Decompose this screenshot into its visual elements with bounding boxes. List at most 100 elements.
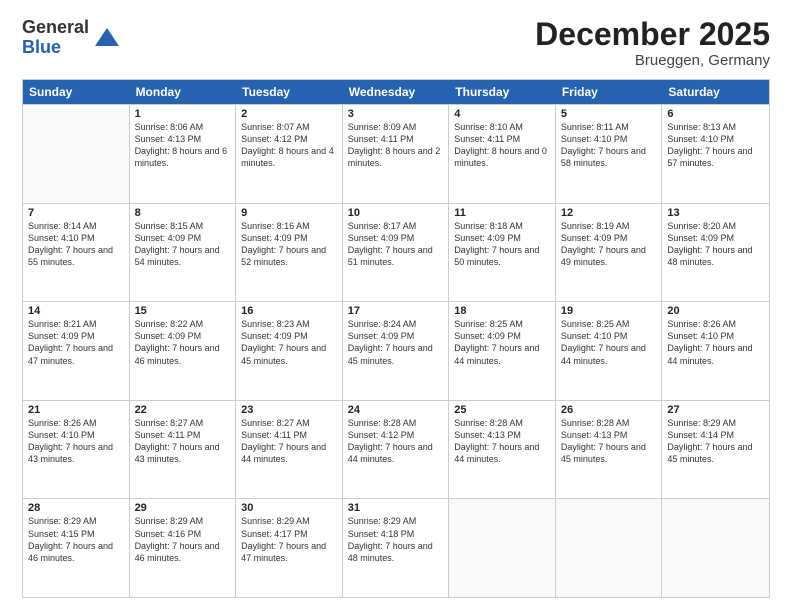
day-info: Sunrise: 8:18 AMSunset: 4:09 PMDaylight:…	[454, 220, 550, 269]
day-info: Sunrise: 8:22 AMSunset: 4:09 PMDaylight:…	[135, 318, 231, 367]
day-info: Sunrise: 8:29 AMSunset: 4:14 PMDaylight:…	[667, 417, 764, 466]
calendar-day-1: 1Sunrise: 8:06 AMSunset: 4:13 PMDaylight…	[130, 105, 237, 203]
day-info: Sunrise: 8:29 AMSunset: 4:16 PMDaylight:…	[135, 515, 231, 564]
day-number: 13	[667, 207, 764, 219]
calendar-day-empty	[23, 105, 130, 203]
day-number: 10	[348, 207, 444, 219]
calendar-day-8: 8Sunrise: 8:15 AMSunset: 4:09 PMDaylight…	[130, 204, 237, 302]
day-info: Sunrise: 8:29 AMSunset: 4:18 PMDaylight:…	[348, 515, 444, 564]
day-info: Sunrise: 8:25 AMSunset: 4:10 PMDaylight:…	[561, 318, 657, 367]
calendar-day-10: 10Sunrise: 8:17 AMSunset: 4:09 PMDayligh…	[343, 204, 450, 302]
calendar-day-25: 25Sunrise: 8:28 AMSunset: 4:13 PMDayligh…	[449, 401, 556, 499]
calendar-week-4: 21Sunrise: 8:26 AMSunset: 4:10 PMDayligh…	[23, 400, 769, 499]
calendar-day-5: 5Sunrise: 8:11 AMSunset: 4:10 PMDaylight…	[556, 105, 663, 203]
calendar-day-6: 6Sunrise: 8:13 AMSunset: 4:10 PMDaylight…	[662, 105, 769, 203]
calendar-day-3: 3Sunrise: 8:09 AMSunset: 4:11 PMDaylight…	[343, 105, 450, 203]
header-day-sunday: Sunday	[23, 80, 130, 104]
calendar-page: General Blue December 2025 Brueggen, Ger…	[0, 0, 792, 612]
title-block: December 2025 Brueggen, Germany	[535, 18, 770, 69]
header-day-friday: Friday	[556, 80, 663, 104]
calendar-day-23: 23Sunrise: 8:27 AMSunset: 4:11 PMDayligh…	[236, 401, 343, 499]
day-info: Sunrise: 8:25 AMSunset: 4:09 PMDaylight:…	[454, 318, 550, 367]
day-number: 28	[28, 502, 124, 514]
day-number: 2	[241, 108, 337, 120]
calendar-day-18: 18Sunrise: 8:25 AMSunset: 4:09 PMDayligh…	[449, 302, 556, 400]
calendar-week-3: 14Sunrise: 8:21 AMSunset: 4:09 PMDayligh…	[23, 301, 769, 400]
day-number: 25	[454, 404, 550, 416]
day-info: Sunrise: 8:13 AMSunset: 4:10 PMDaylight:…	[667, 121, 764, 170]
day-info: Sunrise: 8:29 AMSunset: 4:15 PMDaylight:…	[28, 515, 124, 564]
day-number: 8	[135, 207, 231, 219]
logo: General Blue	[22, 18, 121, 58]
day-number: 6	[667, 108, 764, 120]
calendar-week-2: 7Sunrise: 8:14 AMSunset: 4:10 PMDaylight…	[23, 203, 769, 302]
day-number: 21	[28, 404, 124, 416]
month-title: December 2025	[535, 18, 770, 50]
day-number: 1	[135, 108, 231, 120]
calendar-header: SundayMondayTuesdayWednesdayThursdayFrid…	[23, 80, 769, 104]
calendar-day-30: 30Sunrise: 8:29 AMSunset: 4:17 PMDayligh…	[236, 499, 343, 597]
header-day-thursday: Thursday	[449, 80, 556, 104]
day-info: Sunrise: 8:20 AMSunset: 4:09 PMDaylight:…	[667, 220, 764, 269]
calendar-day-4: 4Sunrise: 8:10 AMSunset: 4:11 PMDaylight…	[449, 105, 556, 203]
location: Brueggen, Germany	[535, 52, 770, 69]
day-info: Sunrise: 8:24 AMSunset: 4:09 PMDaylight:…	[348, 318, 444, 367]
calendar-day-28: 28Sunrise: 8:29 AMSunset: 4:15 PMDayligh…	[23, 499, 130, 597]
day-info: Sunrise: 8:11 AMSunset: 4:10 PMDaylight:…	[561, 121, 657, 170]
day-info: Sunrise: 8:27 AMSunset: 4:11 PMDaylight:…	[135, 417, 231, 466]
day-number: 20	[667, 305, 764, 317]
day-number: 14	[28, 305, 124, 317]
header-day-saturday: Saturday	[662, 80, 769, 104]
header-day-monday: Monday	[130, 80, 237, 104]
calendar-day-19: 19Sunrise: 8:25 AMSunset: 4:10 PMDayligh…	[556, 302, 663, 400]
day-number: 4	[454, 108, 550, 120]
day-info: Sunrise: 8:07 AMSunset: 4:12 PMDaylight:…	[241, 121, 337, 170]
calendar-week-1: 1Sunrise: 8:06 AMSunset: 4:13 PMDaylight…	[23, 104, 769, 203]
calendar-day-16: 16Sunrise: 8:23 AMSunset: 4:09 PMDayligh…	[236, 302, 343, 400]
calendar-day-24: 24Sunrise: 8:28 AMSunset: 4:12 PMDayligh…	[343, 401, 450, 499]
day-info: Sunrise: 8:27 AMSunset: 4:11 PMDaylight:…	[241, 417, 337, 466]
page-header: General Blue December 2025 Brueggen, Ger…	[22, 18, 770, 69]
calendar-day-empty	[449, 499, 556, 597]
day-number: 16	[241, 305, 337, 317]
day-info: Sunrise: 8:23 AMSunset: 4:09 PMDaylight:…	[241, 318, 337, 367]
calendar-day-17: 17Sunrise: 8:24 AMSunset: 4:09 PMDayligh…	[343, 302, 450, 400]
day-number: 23	[241, 404, 337, 416]
day-number: 12	[561, 207, 657, 219]
calendar-day-empty	[556, 499, 663, 597]
calendar-day-11: 11Sunrise: 8:18 AMSunset: 4:09 PMDayligh…	[449, 204, 556, 302]
day-number: 29	[135, 502, 231, 514]
day-info: Sunrise: 8:21 AMSunset: 4:09 PMDaylight:…	[28, 318, 124, 367]
day-number: 17	[348, 305, 444, 317]
calendar-week-5: 28Sunrise: 8:29 AMSunset: 4:15 PMDayligh…	[23, 498, 769, 597]
calendar-body: 1Sunrise: 8:06 AMSunset: 4:13 PMDaylight…	[23, 104, 769, 597]
day-info: Sunrise: 8:28 AMSunset: 4:12 PMDaylight:…	[348, 417, 444, 466]
day-number: 5	[561, 108, 657, 120]
day-info: Sunrise: 8:19 AMSunset: 4:09 PMDaylight:…	[561, 220, 657, 269]
calendar: SundayMondayTuesdayWednesdayThursdayFrid…	[22, 79, 770, 598]
calendar-day-27: 27Sunrise: 8:29 AMSunset: 4:14 PMDayligh…	[662, 401, 769, 499]
day-info: Sunrise: 8:29 AMSunset: 4:17 PMDaylight:…	[241, 515, 337, 564]
calendar-day-20: 20Sunrise: 8:26 AMSunset: 4:10 PMDayligh…	[662, 302, 769, 400]
day-number: 19	[561, 305, 657, 317]
day-info: Sunrise: 8:10 AMSunset: 4:11 PMDaylight:…	[454, 121, 550, 170]
header-day-wednesday: Wednesday	[343, 80, 450, 104]
calendar-day-26: 26Sunrise: 8:28 AMSunset: 4:13 PMDayligh…	[556, 401, 663, 499]
calendar-day-29: 29Sunrise: 8:29 AMSunset: 4:16 PMDayligh…	[130, 499, 237, 597]
calendar-day-12: 12Sunrise: 8:19 AMSunset: 4:09 PMDayligh…	[556, 204, 663, 302]
day-info: Sunrise: 8:17 AMSunset: 4:09 PMDaylight:…	[348, 220, 444, 269]
logo-blue: Blue	[22, 37, 61, 57]
calendar-day-13: 13Sunrise: 8:20 AMSunset: 4:09 PMDayligh…	[662, 204, 769, 302]
day-number: 26	[561, 404, 657, 416]
day-number: 9	[241, 207, 337, 219]
calendar-day-9: 9Sunrise: 8:16 AMSunset: 4:09 PMDaylight…	[236, 204, 343, 302]
day-info: Sunrise: 8:26 AMSunset: 4:10 PMDaylight:…	[28, 417, 124, 466]
header-day-tuesday: Tuesday	[236, 80, 343, 104]
calendar-day-21: 21Sunrise: 8:26 AMSunset: 4:10 PMDayligh…	[23, 401, 130, 499]
day-number: 3	[348, 108, 444, 120]
calendar-day-31: 31Sunrise: 8:29 AMSunset: 4:18 PMDayligh…	[343, 499, 450, 597]
calendar-day-15: 15Sunrise: 8:22 AMSunset: 4:09 PMDayligh…	[130, 302, 237, 400]
day-number: 30	[241, 502, 337, 514]
day-info: Sunrise: 8:14 AMSunset: 4:10 PMDaylight:…	[28, 220, 124, 269]
calendar-day-2: 2Sunrise: 8:07 AMSunset: 4:12 PMDaylight…	[236, 105, 343, 203]
